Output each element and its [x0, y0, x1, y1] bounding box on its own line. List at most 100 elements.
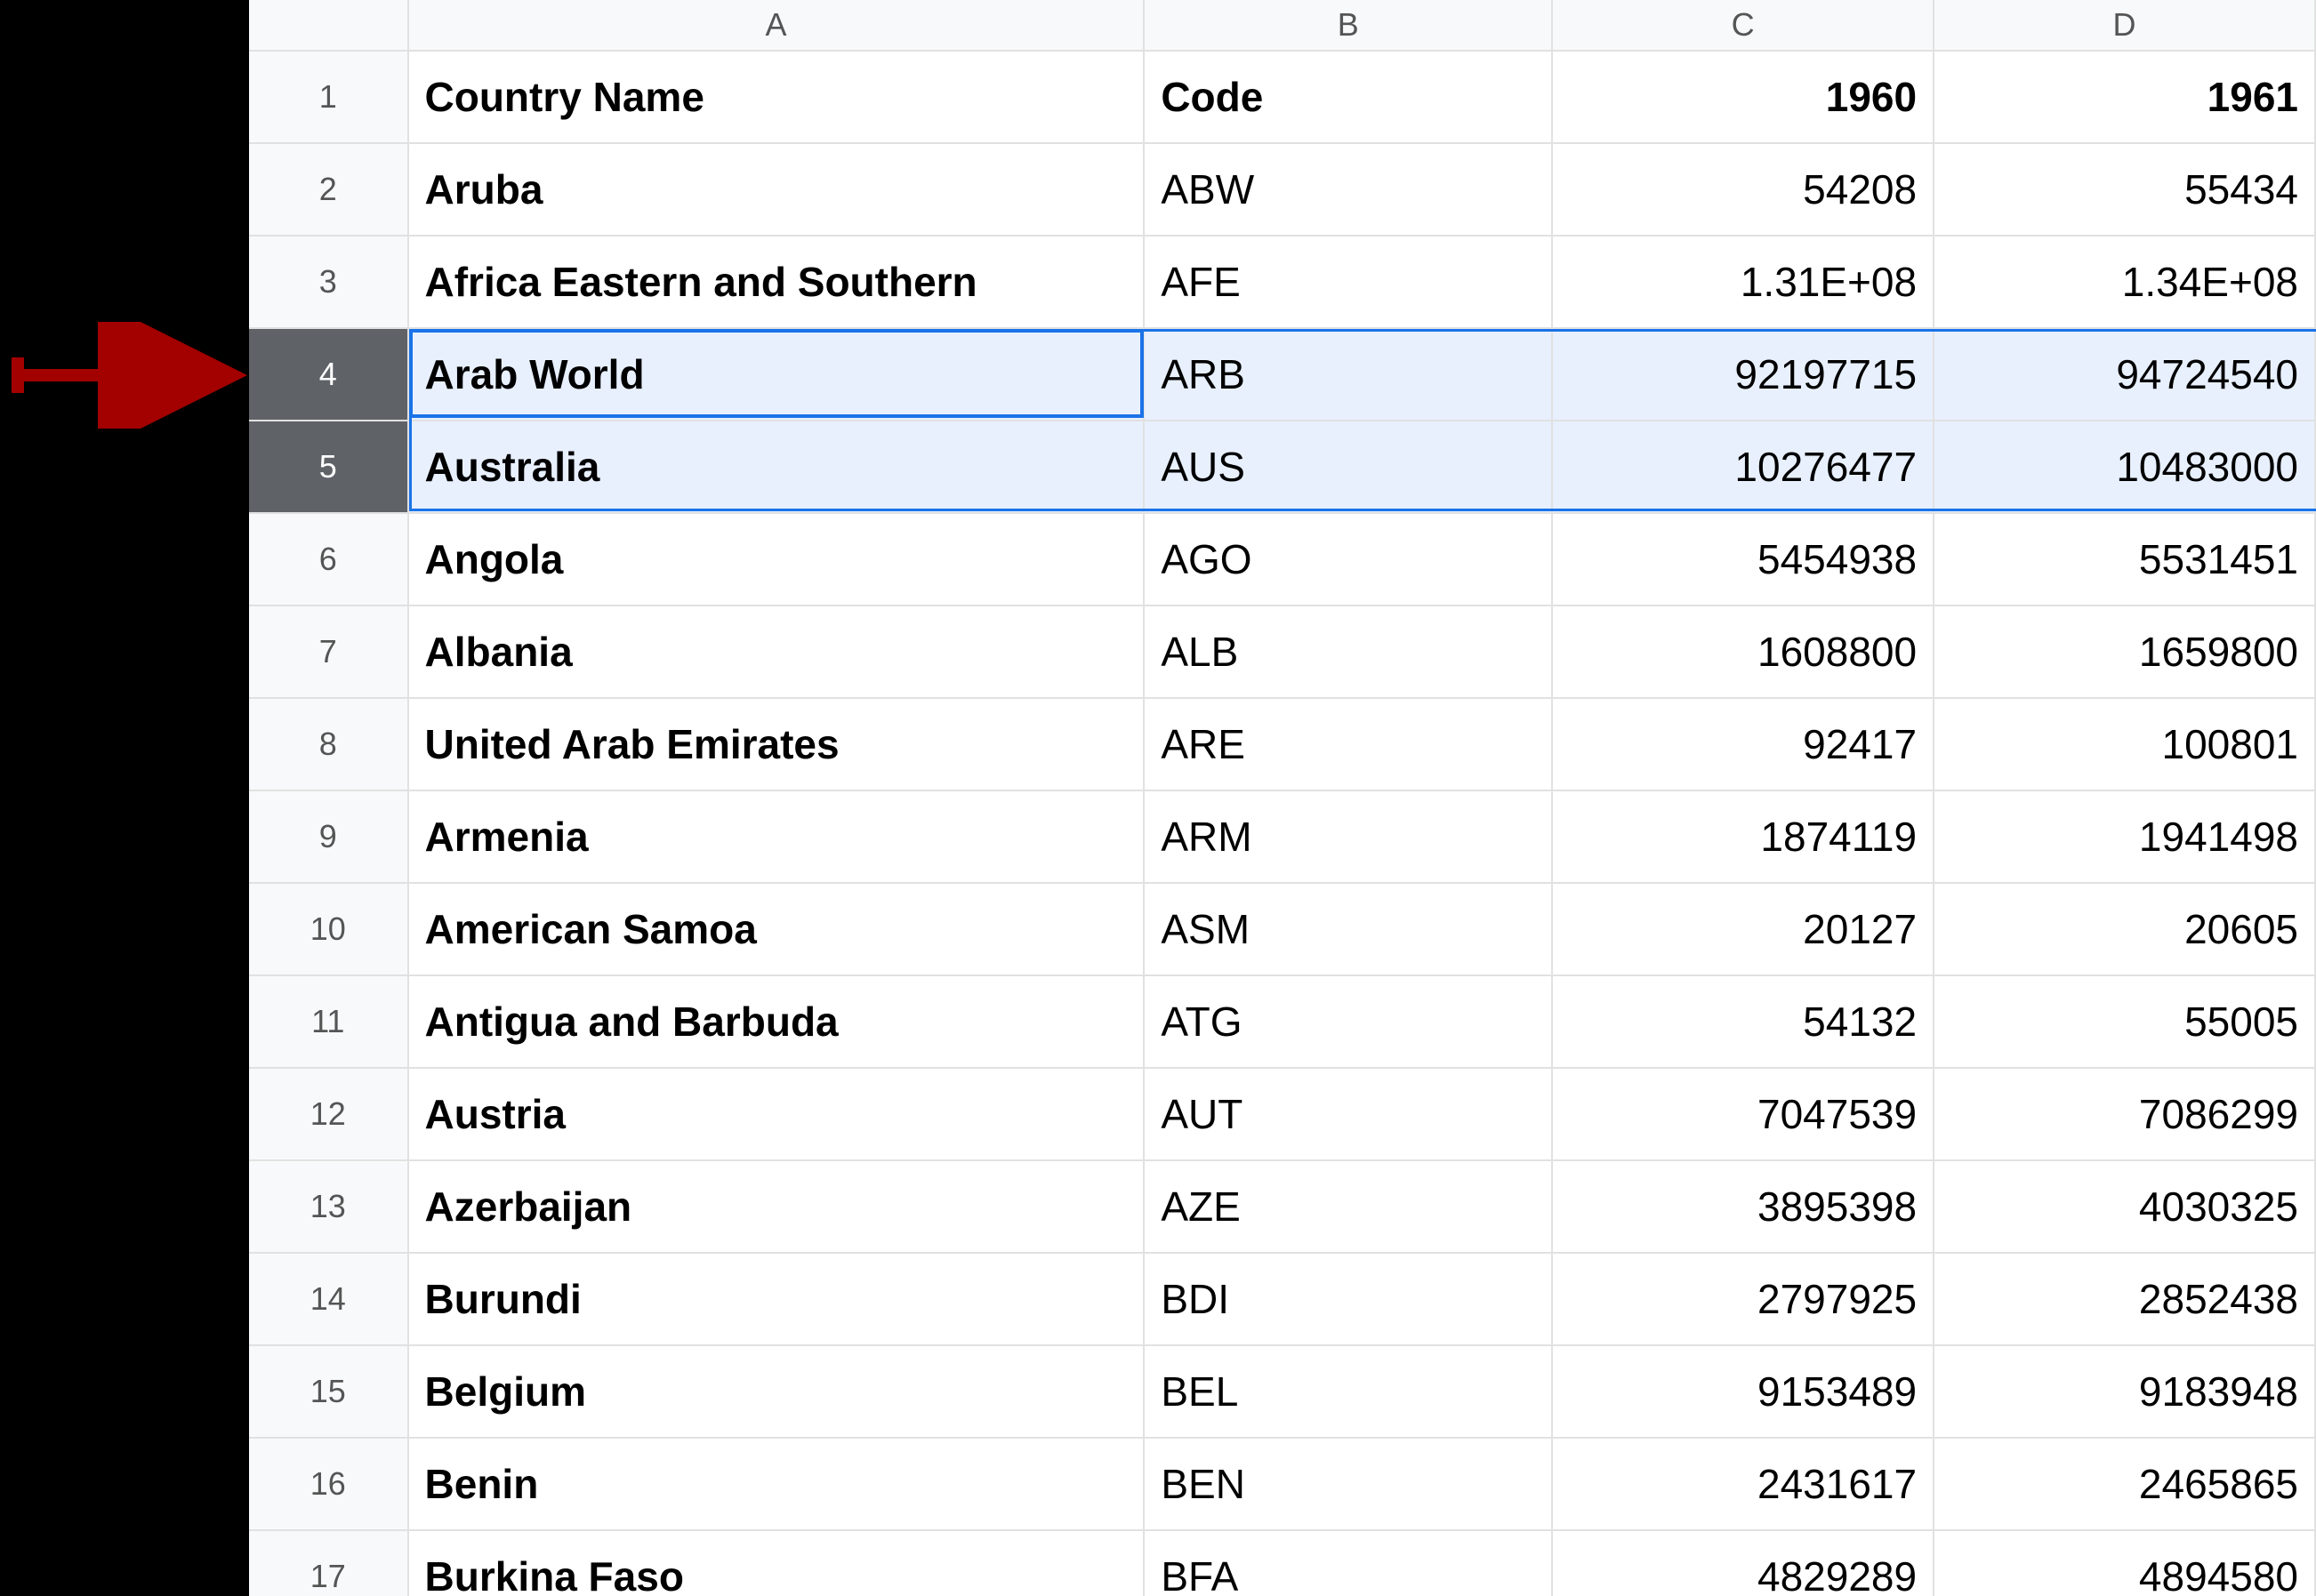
cell-C3[interactable]: 1.31E+08 — [1553, 237, 1934, 329]
column-header-B[interactable]: B — [1145, 0, 1553, 52]
cell-A15[interactable]: Belgium — [409, 1346, 1146, 1439]
cell-B11[interactable]: ATG — [1145, 976, 1553, 1069]
row-header-15[interactable]: 15 — [249, 1346, 409, 1439]
cell-B10[interactable]: ASM — [1145, 884, 1553, 976]
cell-D9[interactable]: 1941498 — [1934, 791, 2316, 884]
cell-B1[interactable]: Code — [1145, 52, 1553, 144]
table-row: 16BeninBEN24316172465865 — [249, 1439, 2316, 1531]
row-header-6[interactable]: 6 — [249, 514, 409, 606]
cell-D5[interactable]: 10483000 — [1934, 421, 2316, 514]
cell-B7[interactable]: ALB — [1145, 606, 1553, 699]
cell-D8[interactable]: 100801 — [1934, 699, 2316, 791]
row-header-11[interactable]: 11 — [249, 976, 409, 1069]
row-header-4[interactable]: 4 — [249, 329, 409, 421]
cell-C1[interactable]: 1960 — [1553, 52, 1934, 144]
row-header-9[interactable]: 9 — [249, 791, 409, 884]
column-header-C[interactable]: C — [1553, 0, 1934, 52]
column-header-A[interactable]: A — [409, 0, 1146, 52]
cell-B15[interactable]: BEL — [1145, 1346, 1553, 1439]
cell-C7[interactable]: 1608800 — [1553, 606, 1934, 699]
cell-A17[interactable]: Burkina Faso — [409, 1531, 1146, 1596]
row-header-14[interactable]: 14 — [249, 1254, 409, 1346]
cell-A10[interactable]: American Samoa — [409, 884, 1146, 976]
cell-B4[interactable]: ARB — [1145, 329, 1553, 421]
row-header-8[interactable]: 8 — [249, 699, 409, 791]
cell-B5[interactable]: AUS — [1145, 421, 1553, 514]
cell-B9[interactable]: ARM — [1145, 791, 1553, 884]
select-all-corner[interactable] — [249, 0, 409, 52]
cell-A13[interactable]: Azerbaijan — [409, 1161, 1146, 1254]
cell-B8[interactable]: ARE — [1145, 699, 1553, 791]
table-row: 3Africa Eastern and SouthernAFE1.31E+081… — [249, 237, 2316, 329]
row-header-16[interactable]: 16 — [249, 1439, 409, 1531]
row-header-2[interactable]: 2 — [249, 144, 409, 237]
cell-D14[interactable]: 2852438 — [1934, 1254, 2316, 1346]
column-headers-row: A B C D — [249, 0, 2316, 52]
table-row: 5AustraliaAUS1027647710483000 — [249, 421, 2316, 514]
table-row: 10American SamoaASM2012720605 — [249, 884, 2316, 976]
cell-D6[interactable]: 5531451 — [1934, 514, 2316, 606]
cell-A2[interactable]: Aruba — [409, 144, 1146, 237]
cell-D11[interactable]: 55005 — [1934, 976, 2316, 1069]
table-row: 4Arab WorldARB9219771594724540 — [249, 329, 2316, 421]
cell-C10[interactable]: 20127 — [1553, 884, 1934, 976]
row-header-5[interactable]: 5 — [249, 421, 409, 514]
cell-A16[interactable]: Benin — [409, 1439, 1146, 1531]
cell-C14[interactable]: 2797925 — [1553, 1254, 1934, 1346]
cell-A5[interactable]: Australia — [409, 421, 1146, 514]
cell-A14[interactable]: Burundi — [409, 1254, 1146, 1346]
cell-C13[interactable]: 3895398 — [1553, 1161, 1934, 1254]
cell-C4[interactable]: 92197715 — [1553, 329, 1934, 421]
cell-B2[interactable]: ABW — [1145, 144, 1553, 237]
table-row: 7AlbaniaALB16088001659800 — [249, 606, 2316, 699]
cell-A11[interactable]: Antigua and Barbuda — [409, 976, 1146, 1069]
cell-A9[interactable]: Armenia — [409, 791, 1146, 884]
cell-C2[interactable]: 54208 — [1553, 144, 1934, 237]
row-header-12[interactable]: 12 — [249, 1069, 409, 1161]
cell-D7[interactable]: 1659800 — [1934, 606, 2316, 699]
cell-D17[interactable]: 4894580 — [1934, 1531, 2316, 1596]
cell-A6[interactable]: Angola — [409, 514, 1146, 606]
cell-C6[interactable]: 5454938 — [1553, 514, 1934, 606]
cell-B14[interactable]: BDI — [1145, 1254, 1553, 1346]
cell-A1[interactable]: Country Name — [409, 52, 1146, 144]
cell-D10[interactable]: 20605 — [1934, 884, 2316, 976]
spreadsheet-grid[interactable]: A B C D 1 Country Name Code 1960 1961 2A… — [249, 0, 2316, 1596]
cell-C5[interactable]: 10276477 — [1553, 421, 1934, 514]
table-row: 1 Country Name Code 1960 1961 — [249, 52, 2316, 144]
row-header-10[interactable]: 10 — [249, 884, 409, 976]
cell-D15[interactable]: 9183948 — [1934, 1346, 2316, 1439]
cell-C12[interactable]: 7047539 — [1553, 1069, 1934, 1161]
cell-D16[interactable]: 2465865 — [1934, 1439, 2316, 1531]
cell-D1[interactable]: 1961 — [1934, 52, 2316, 144]
cell-C15[interactable]: 9153489 — [1553, 1346, 1934, 1439]
cell-B6[interactable]: AGO — [1145, 514, 1553, 606]
cell-A8[interactable]: United Arab Emirates — [409, 699, 1146, 791]
cell-C8[interactable]: 92417 — [1553, 699, 1934, 791]
cell-A12[interactable]: Austria — [409, 1069, 1146, 1161]
cell-A3[interactable]: Africa Eastern and Southern — [409, 237, 1146, 329]
cell-D3[interactable]: 1.34E+08 — [1934, 237, 2316, 329]
column-header-D[interactable]: D — [1934, 0, 2316, 52]
row-header-17[interactable]: 17 — [249, 1531, 409, 1596]
cell-D2[interactable]: 55434 — [1934, 144, 2316, 237]
cell-A7[interactable]: Albania — [409, 606, 1146, 699]
row-header-1[interactable]: 1 — [249, 52, 409, 144]
cell-C17[interactable]: 4829289 — [1553, 1531, 1934, 1596]
row-header-13[interactable]: 13 — [249, 1161, 409, 1254]
cell-C11[interactable]: 54132 — [1553, 976, 1934, 1069]
row-header-7[interactable]: 7 — [249, 606, 409, 699]
cell-B3[interactable]: AFE — [1145, 237, 1553, 329]
cell-B16[interactable]: BEN — [1145, 1439, 1553, 1531]
cell-D12[interactable]: 7086299 — [1934, 1069, 2316, 1161]
cell-D4[interactable]: 94724540 — [1934, 329, 2316, 421]
cell-A4[interactable]: Arab World — [409, 329, 1146, 421]
cell-B12[interactable]: AUT — [1145, 1069, 1553, 1161]
cell-B17[interactable]: BFA — [1145, 1531, 1553, 1596]
cell-C9[interactable]: 1874119 — [1553, 791, 1934, 884]
table-row: 13AzerbaijanAZE38953984030325 — [249, 1161, 2316, 1254]
cell-C16[interactable]: 2431617 — [1553, 1439, 1934, 1531]
cell-D13[interactable]: 4030325 — [1934, 1161, 2316, 1254]
row-header-3[interactable]: 3 — [249, 237, 409, 329]
cell-B13[interactable]: AZE — [1145, 1161, 1553, 1254]
